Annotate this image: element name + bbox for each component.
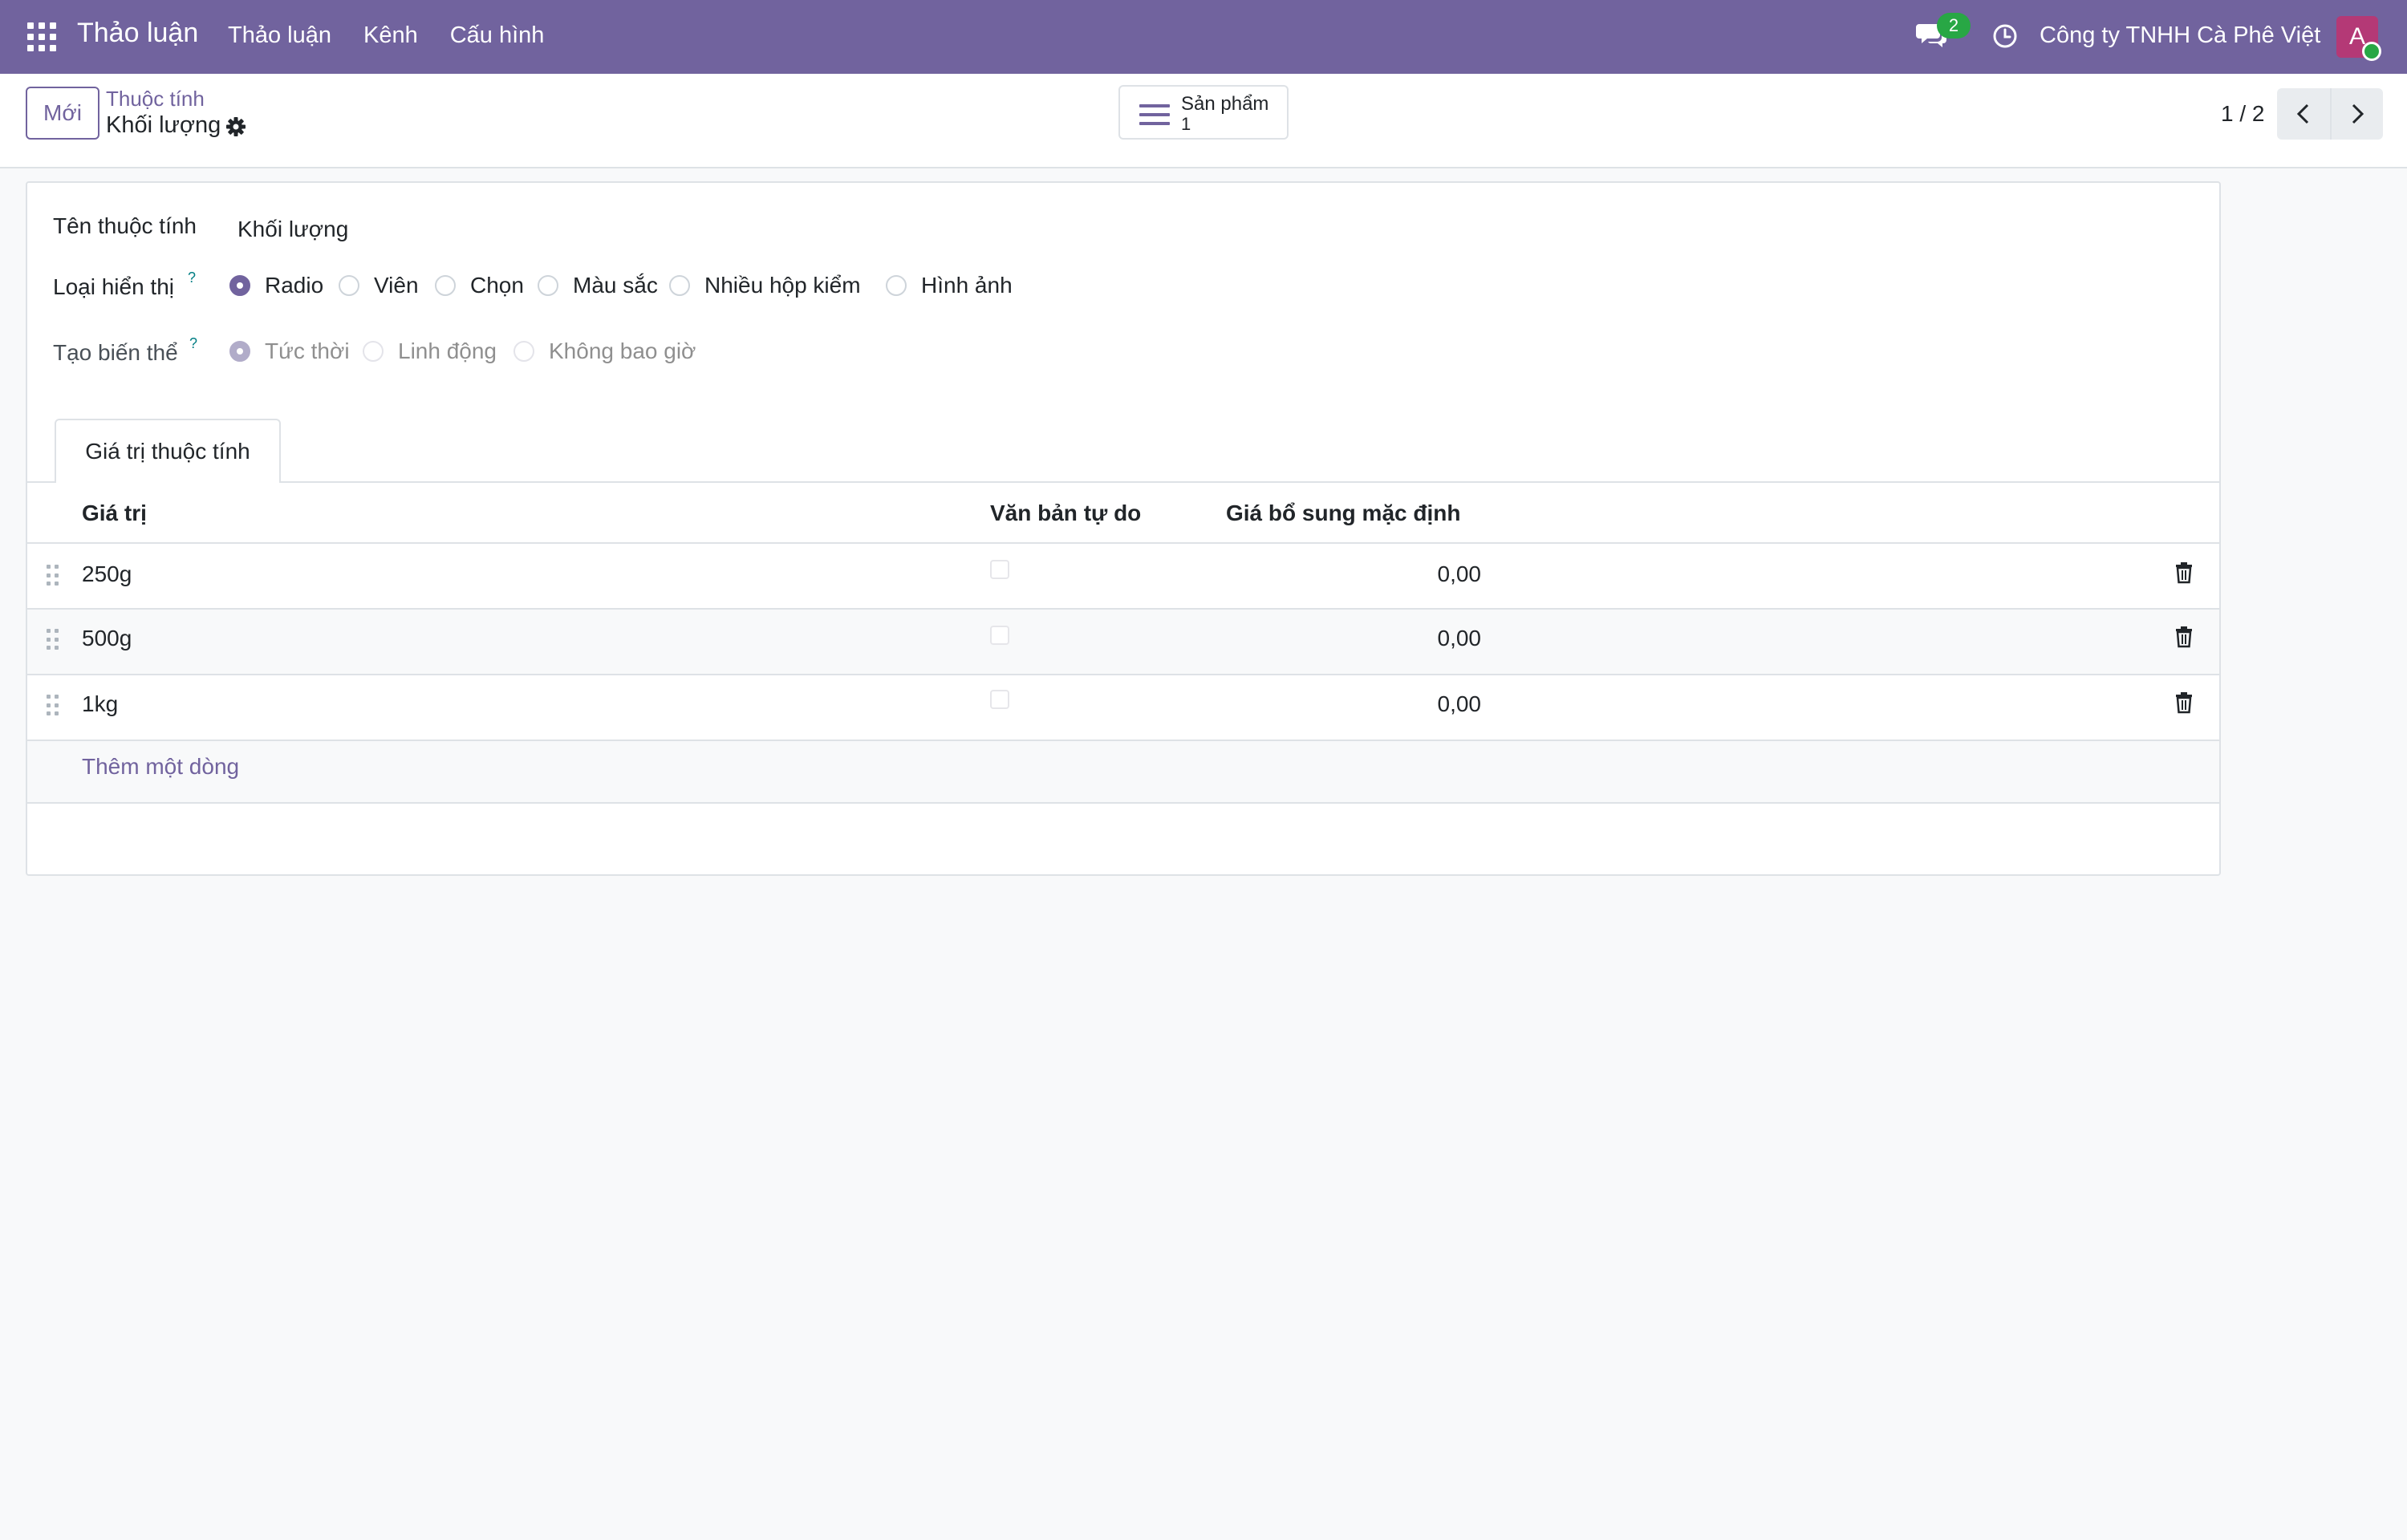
free-text-checkbox[interactable] xyxy=(990,560,1009,579)
control-panel: Mới Thuộc tính Khối lượng Sản phẩm 1 1 /… xyxy=(0,74,2407,168)
radio-icon xyxy=(363,341,384,362)
display-option-multi-checkbox[interactable]: Nhiều hộp kiểm xyxy=(669,273,861,298)
top-navbar: Thảo luận Thảo luận Kênh Cấu hình 2 Công… xyxy=(0,0,2407,74)
online-status-icon xyxy=(2362,42,2381,61)
breadcrumb-current: Khối lượng xyxy=(106,112,221,138)
list-icon xyxy=(1139,104,1170,125)
tab-divider xyxy=(27,481,2219,483)
table-row[interactable] xyxy=(27,675,2219,740)
drag-handle-icon[interactable] xyxy=(47,695,59,717)
radio-icon xyxy=(513,341,534,362)
chevron-left-icon xyxy=(2296,103,2309,124)
trash-icon[interactable] xyxy=(2174,561,2194,584)
trash-icon[interactable] xyxy=(2174,691,2194,714)
display-option-radio[interactable]: Radio xyxy=(229,273,323,298)
display-type-help-icon[interactable]: ? xyxy=(188,270,196,286)
radio-icon xyxy=(339,275,359,296)
variant-creation-help-icon[interactable]: ? xyxy=(189,335,197,352)
drag-handle-icon[interactable] xyxy=(47,629,59,651)
products-smart-button[interactable]: Sản phẩm 1 xyxy=(1118,85,1289,140)
table-row[interactable] xyxy=(27,610,2219,674)
add-line-row xyxy=(27,741,2219,802)
free-text-checkbox[interactable] xyxy=(990,626,1009,645)
radio-selected-icon xyxy=(229,275,250,296)
table-bottom-divider xyxy=(27,802,2219,804)
display-option-select[interactable]: Chọn xyxy=(435,273,524,298)
menu-item-discuss[interactable]: Thảo luận xyxy=(228,22,331,49)
chat-count-badge: 2 xyxy=(1937,13,1971,38)
value-cell[interactable]: 1kg xyxy=(82,691,118,717)
column-header-value[interactable]: Giá trị xyxy=(82,500,147,526)
app-brand[interactable]: Thảo luận xyxy=(77,18,198,49)
display-type-label: Loại hiển thị xyxy=(53,274,175,299)
drag-handle-icon[interactable] xyxy=(47,565,59,587)
radio-icon xyxy=(669,275,690,296)
variant-option-never: Không bao giờ xyxy=(513,338,696,364)
clock-icon[interactable] xyxy=(1991,22,2019,50)
extra-price-cell[interactable]: 0,00 xyxy=(1321,691,1482,717)
breadcrumb-parent[interactable]: Thuộc tính xyxy=(106,87,205,111)
radio-icon xyxy=(435,275,456,296)
variant-option-dynamic: Linh động xyxy=(363,338,497,364)
value-cell[interactable]: 500g xyxy=(82,626,132,651)
free-text-checkbox[interactable] xyxy=(990,690,1009,709)
main-menu: Thảo luận Kênh Cấu hình xyxy=(228,22,544,49)
add-line-link[interactable]: Thêm một dòng xyxy=(82,754,239,780)
attribute-name-label: Tên thuộc tính xyxy=(53,213,197,238)
table-row[interactable] xyxy=(27,544,2219,608)
extra-price-cell[interactable]: 0,00 xyxy=(1321,626,1482,651)
display-option-color[interactable]: Màu sắc xyxy=(538,273,658,298)
column-header-extra-price[interactable]: Giá bổ sung mặc định xyxy=(1226,500,1460,526)
variant-creation-label: Tạo biến thể xyxy=(53,340,178,365)
display-option-image[interactable]: Hình ảnh xyxy=(886,273,1013,298)
pager-previous-button[interactable] xyxy=(2277,88,2330,140)
display-option-pills[interactable]: Viên xyxy=(339,273,419,298)
pager-next-button[interactable] xyxy=(2330,88,2383,140)
gear-icon[interactable] xyxy=(225,116,247,138)
company-switcher[interactable]: Công ty TNHH Cà Phê Việt xyxy=(2040,22,2320,49)
radio-icon xyxy=(886,275,907,296)
trash-icon[interactable] xyxy=(2174,626,2194,648)
radio-selected-icon xyxy=(229,341,250,362)
radio-icon xyxy=(538,275,558,296)
form-sheet: Tên thuộc tính Khối lượng Loại hiển thị … xyxy=(26,181,2221,876)
value-cell[interactable]: 250g xyxy=(82,561,132,587)
apps-grid-icon[interactable] xyxy=(27,22,56,51)
stat-value: 1 xyxy=(1181,114,1191,134)
attribute-name-field[interactable]: Khối lượng xyxy=(237,217,348,242)
variant-option-instant: Tức thời xyxy=(229,338,350,364)
chevron-right-icon xyxy=(2352,103,2364,124)
pager-value: 1 / 2 xyxy=(2221,101,2265,126)
menu-item-configuration[interactable]: Cấu hình xyxy=(450,22,545,49)
new-button[interactable]: Mới xyxy=(26,87,99,140)
stat-label: Sản phẩm xyxy=(1181,93,1269,115)
column-header-free-text[interactable]: Văn bản tự do xyxy=(990,500,1141,526)
tab-attribute-values[interactable]: Giá trị thuộc tính xyxy=(55,419,281,483)
menu-item-channels[interactable]: Kênh xyxy=(363,22,418,49)
extra-price-cell[interactable]: 0,00 xyxy=(1321,561,1482,587)
